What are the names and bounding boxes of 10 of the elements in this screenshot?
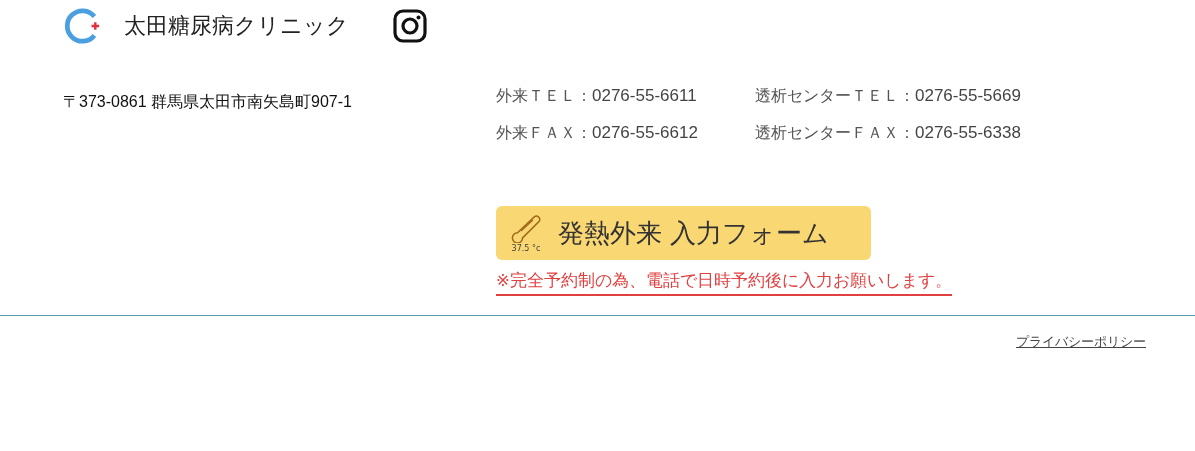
contact-number: 外来ＦＡＸ：0276-55-6612 (496, 123, 699, 144)
contact-number: 透析センターＴＥＬ：0276-55-5669 (755, 86, 1021, 107)
address: 〒373-0861 群馬県太田市南矢島町907-1 (63, 92, 353, 112)
thermometer-reading: 37.5 °c (511, 243, 541, 253)
clinic-name: 太田糖尿病クリニック (124, 12, 349, 40)
notice-link[interactable]: ※完全予約制の為、電話で日時予約後に入力お願いします。 (496, 270, 952, 296)
privacy-policy-link[interactable]: プライバシーポリシー (1016, 333, 1146, 351)
contact-number: 透析センターＦＡＸ：0276-55-6338 (755, 123, 1021, 144)
contact-number: 外来ＴＥＬ：0276-55-6611 (496, 86, 698, 107)
fever-form-button[interactable]: 37.5 °c 発熱外来 入力フォーム (496, 206, 871, 260)
